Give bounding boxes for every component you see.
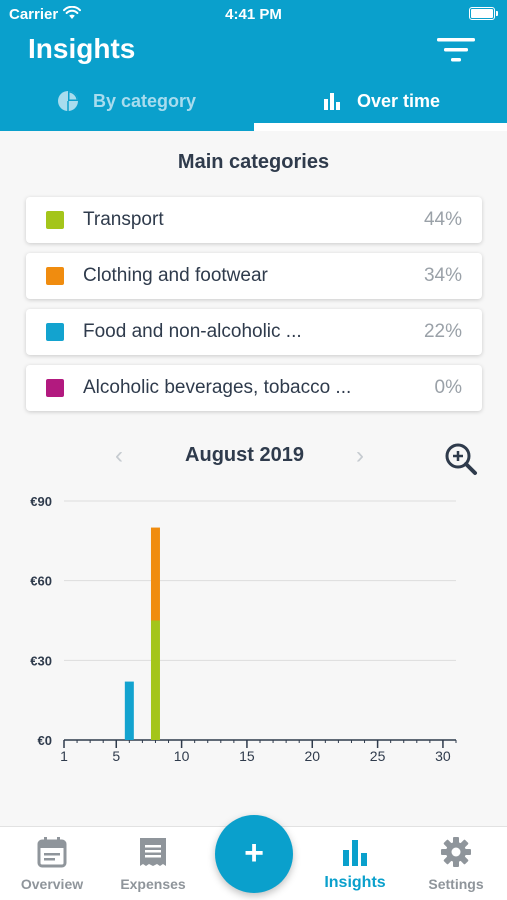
category-color-swatch <box>46 211 64 229</box>
category-label: Alcoholic beverages, tobacco ... <box>83 377 352 398</box>
bar-chart-icon <box>343 840 367 866</box>
category-percent: 22% <box>423 321 462 342</box>
chart-bar <box>124 681 134 740</box>
tabbar-label: Insights <box>324 874 386 891</box>
y-tick-label: €60 <box>30 574 52 589</box>
x-tick-label: 30 <box>435 748 451 764</box>
x-tick-label: 25 <box>370 748 386 764</box>
category-label: Clothing and footwear <box>83 265 268 286</box>
x-tick-label: 20 <box>304 748 320 764</box>
category-percent: 0% <box>434 377 462 398</box>
category-percent: 34% <box>423 265 462 286</box>
app-header: Carrier 4:41 PM Insights By category Ove… <box>0 0 507 131</box>
tab-by-category-label: By category <box>92 90 197 111</box>
view-tabs: By category Over time <box>0 80 507 131</box>
battery-icon <box>469 7 498 20</box>
tabbar-item-insights[interactable]: Insights <box>305 827 405 900</box>
category-color-swatch <box>46 267 64 285</box>
month-navigator: ‹ August 2019 › <box>0 440 507 470</box>
calendar-icon <box>37 837 67 868</box>
active-tab-indicator <box>254 123 507 131</box>
category-percent: 44% <box>423 209 462 230</box>
category-label: Transport <box>83 209 164 230</box>
category-color-swatch <box>46 379 64 397</box>
page-title: Insights <box>28 33 136 64</box>
category-label: Food and non-alcoholic ... <box>83 321 302 342</box>
add-expense-button[interactable]: + <box>215 815 293 893</box>
tabbar-label: Overview <box>20 876 84 892</box>
gear-icon <box>441 837 471 867</box>
chart-bar <box>150 527 160 621</box>
next-month-button[interactable]: › <box>356 442 364 470</box>
tab-over-time-label: Over time <box>356 90 441 111</box>
tabbar-item-settings[interactable]: Settings <box>406 827 506 900</box>
chart-bar <box>150 620 160 740</box>
category-row-food[interactable]: Food and non-alcoholic ... 22% <box>26 309 482 355</box>
status-bar: Carrier 4:41 PM <box>0 0 507 28</box>
bar-chart-icon <box>323 93 340 110</box>
tabbar-item-overview[interactable]: Overview <box>2 827 102 900</box>
x-tick-label: 1 <box>60 748 68 764</box>
receipt-icon <box>140 838 166 866</box>
y-tick-label: €90 <box>30 494 52 509</box>
x-tick-label: 15 <box>239 748 255 764</box>
tab-over-time[interactable]: Over time <box>254 80 507 122</box>
category-color-swatch <box>46 323 64 341</box>
section-title: Main categories <box>177 151 330 173</box>
category-row-alcohol[interactable]: Alcoholic beverages, tobacco ... 0% <box>26 365 482 411</box>
spending-over-time-chart: €0€30€60€901 5 10 15 20 25 30 <box>30 494 457 764</box>
filter-icon[interactable] <box>437 38 475 64</box>
x-tick-label: 10 <box>174 748 190 764</box>
category-row-clothing[interactable]: Clothing and footwear 34% <box>26 253 482 299</box>
pie-chart-icon <box>57 91 78 111</box>
tabbar-label: Settings <box>428 876 484 892</box>
y-tick-label: €0 <box>38 733 52 748</box>
month-label: August 2019 <box>185 444 304 466</box>
y-tick-label: €30 <box>30 653 52 668</box>
status-time: 4:41 PM <box>225 6 282 23</box>
tabbar-item-expenses[interactable]: Expenses <box>103 827 203 900</box>
x-tick-label: 5 <box>112 748 120 764</box>
tab-by-category[interactable]: By category <box>0 80 253 122</box>
tabbar-label: Expenses <box>120 876 186 892</box>
zoom-in-icon[interactable] <box>444 442 478 476</box>
category-row-transport[interactable]: Transport 44% <box>26 197 482 243</box>
